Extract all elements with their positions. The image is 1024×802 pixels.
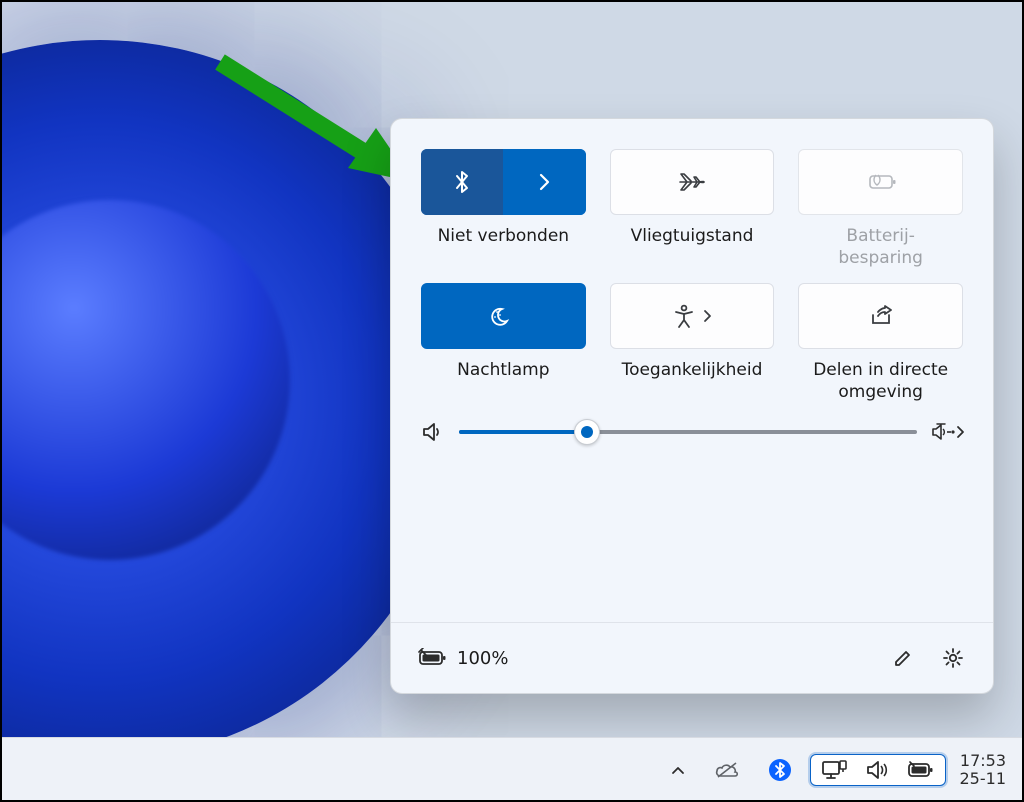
tray-onedrive[interactable] <box>704 757 750 783</box>
nearby-share-toggle[interactable] <box>798 283 963 349</box>
quick-settings-panel: Niet verbonden Vliegtuigstand Batterij- … <box>390 118 994 694</box>
pencil-icon <box>892 647 914 669</box>
chevron-right-icon <box>702 308 712 324</box>
tile-accessibility: Toegankelijkheid <box>610 283 775 403</box>
chevron-right-icon <box>537 171 551 193</box>
bluetooth-toggle-main[interactable] <box>421 149 503 215</box>
volume-icon[interactable] <box>421 421 445 443</box>
nightlight-toggle[interactable] <box>421 283 586 349</box>
battery-saver-toggle[interactable] <box>798 149 963 215</box>
chevron-up-icon <box>670 764 686 776</box>
taskbar: 17:53 25-11 <box>0 737 1024 802</box>
airplane-toggle[interactable] <box>610 149 775 215</box>
clock-time: 17:53 <box>960 752 1006 770</box>
gear-icon <box>941 646 965 670</box>
volume-row <box>391 421 993 443</box>
tile-airplane: Vliegtuigstand <box>610 149 775 269</box>
tray-system-area[interactable] <box>810 754 946 786</box>
volume-output-button[interactable] <box>931 421 965 443</box>
bluetooth-label: Niet verbonden <box>438 225 569 269</box>
nightlight-icon <box>488 303 518 329</box>
bluetooth-expand[interactable] <box>503 149 585 215</box>
volume-fill <box>459 430 587 434</box>
accessibility-toggle[interactable] <box>610 283 775 349</box>
battery-status-icon[interactable] <box>417 648 447 668</box>
quick-settings-tiles: Niet verbonden Vliegtuigstand Batterij- … <box>391 119 993 403</box>
tray-bluetooth[interactable] <box>758 754 802 786</box>
clock-date: 25-11 <box>960 770 1007 788</box>
bluetooth-toggle[interactable] <box>421 149 586 215</box>
settings-button[interactable] <box>933 638 973 678</box>
airplane-icon <box>677 169 707 195</box>
tile-bluetooth: Niet verbonden <box>421 149 586 269</box>
network-icon <box>821 759 847 781</box>
battery-percent-text: 100% <box>457 648 508 669</box>
taskbar-clock[interactable]: 17:53 25-11 <box>960 752 1007 789</box>
nearby-share-label: Delen in directe omgeving <box>798 359 963 403</box>
volume-slider[interactable] <box>459 430 917 434</box>
accessibility-icon <box>672 303 696 329</box>
bluetooth-icon <box>451 168 473 196</box>
edit-button[interactable] <box>883 638 923 678</box>
bluetooth-tray-icon <box>768 758 792 782</box>
share-icon <box>868 304 894 328</box>
nightlight-label: Nachtlamp <box>457 359 549 403</box>
volume-tray-icon <box>865 759 889 781</box>
battery-saver-label: Batterij- besparing <box>838 225 923 269</box>
tile-nightlight: Nachtlamp <box>421 283 586 403</box>
battery-saver-icon <box>865 172 897 192</box>
airplane-label: Vliegtuigstand <box>631 225 754 269</box>
volume-thumb[interactable] <box>574 419 600 445</box>
accessibility-label: Toegankelijkheid <box>622 359 763 403</box>
battery-tray-icon <box>907 761 935 779</box>
panel-footer: 100% <box>391 622 993 693</box>
cloud-icon <box>714 761 740 779</box>
tile-nearby-share: Delen in directe omgeving <box>798 283 963 403</box>
tile-battery-saver: Batterij- besparing <box>798 149 963 269</box>
tray-overflow[interactable] <box>660 760 696 780</box>
